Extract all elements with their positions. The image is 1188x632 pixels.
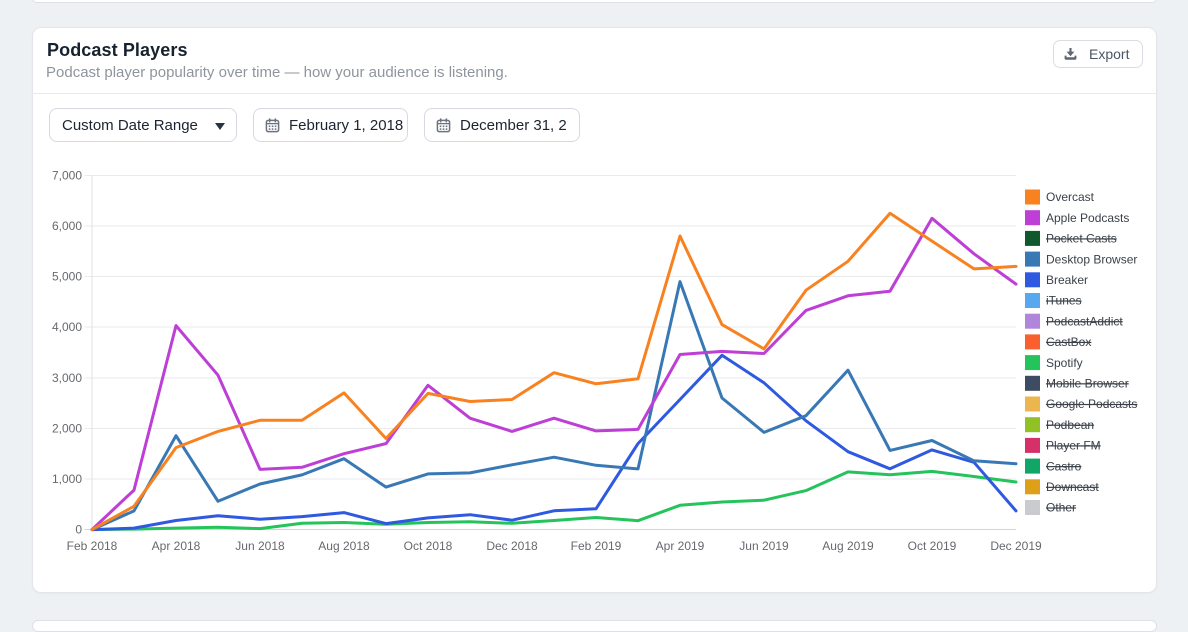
svg-text:Breaker: Breaker (1046, 273, 1088, 287)
svg-text:Mobile Browser: Mobile Browser (1046, 377, 1129, 391)
svg-text:CastBox: CastBox (1046, 335, 1091, 349)
svg-text:Apple Podcasts: Apple Podcasts (1046, 211, 1129, 225)
svg-text:2,000: 2,000 (52, 421, 82, 435)
svg-text:6,000: 6,000 (52, 219, 82, 233)
svg-text:PodcastAddict: PodcastAddict (1046, 314, 1123, 328)
svg-text:Aug 2018: Aug 2018 (318, 539, 370, 553)
svg-text:Jun 2019: Jun 2019 (739, 539, 789, 553)
svg-text:Oct 2019: Oct 2019 (908, 539, 957, 553)
svg-text:Feb 2019: Feb 2019 (571, 539, 622, 553)
svg-text:Aug 2019: Aug 2019 (822, 539, 874, 553)
svg-text:Desktop Browser: Desktop Browser (1046, 252, 1137, 266)
svg-text:Overcast: Overcast (1046, 190, 1095, 204)
svg-text:4,000: 4,000 (52, 320, 82, 334)
svg-text:Player FM: Player FM (1046, 439, 1101, 453)
svg-text:Spotify: Spotify (1046, 356, 1083, 370)
svg-text:Castro: Castro (1046, 459, 1082, 473)
svg-text:Google Podcasts: Google Podcasts (1046, 397, 1137, 411)
svg-text:7,000: 7,000 (52, 168, 82, 182)
svg-text:Apr 2019: Apr 2019 (656, 539, 705, 553)
svg-text:Other: Other (1046, 501, 1076, 515)
svg-text:Podbean: Podbean (1046, 418, 1094, 432)
svg-text:Oct 2018: Oct 2018 (404, 539, 453, 553)
svg-text:iTunes: iTunes (1046, 294, 1082, 308)
svg-text:Dec 2019: Dec 2019 (990, 539, 1042, 553)
svg-text:Downcast: Downcast (1046, 480, 1099, 494)
svg-text:Apr 2018: Apr 2018 (152, 539, 201, 553)
svg-text:Dec 2018: Dec 2018 (486, 539, 538, 553)
svg-text:Feb 2018: Feb 2018 (67, 539, 118, 553)
svg-text:0: 0 (75, 523, 82, 537)
svg-text:Jun 2018: Jun 2018 (235, 539, 285, 553)
svg-text:3,000: 3,000 (52, 371, 82, 385)
svg-text:5,000: 5,000 (52, 270, 82, 284)
svg-text:1,000: 1,000 (52, 472, 82, 486)
svg-text:Pocket Casts: Pocket Casts (1046, 232, 1117, 246)
